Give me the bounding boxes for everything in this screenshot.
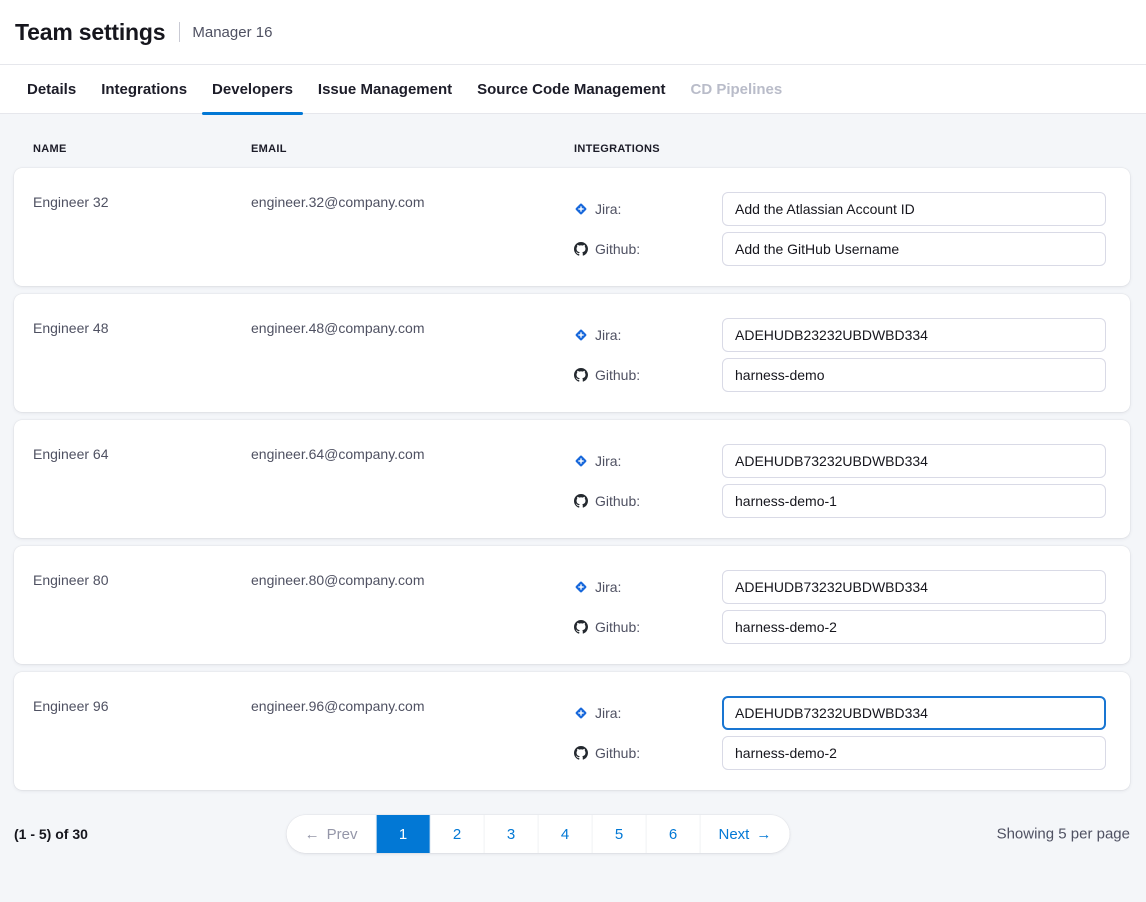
jira-label: Jira:: [595, 453, 621, 469]
developer-email: engineer.80@company.com: [251, 546, 574, 664]
developer-name: Engineer 80: [33, 546, 251, 664]
github-label: Github:: [595, 619, 640, 635]
jira-label: Jira:: [595, 579, 621, 595]
github-label: Github:: [595, 493, 640, 509]
jira-account-input[interactable]: [722, 318, 1106, 352]
github-icon: [574, 494, 588, 508]
developer-name: Engineer 64: [33, 420, 251, 538]
jira-account-input[interactable]: [722, 570, 1106, 604]
developer-email: engineer.96@company.com: [251, 672, 574, 790]
github-icon: [574, 746, 588, 760]
jira-label: Jira:: [595, 705, 621, 721]
jira-account-input-focused[interactable]: [722, 696, 1106, 730]
developer-email: engineer.32@company.com: [251, 168, 574, 286]
jira-icon: [574, 328, 588, 342]
tab-cd-pipelines: CD Pipelines: [681, 65, 793, 114]
jira-icon: [574, 454, 588, 468]
active-tab-underline: [202, 112, 303, 115]
developer-row: Engineer 80 engineer.80@company.com Jira…: [14, 546, 1130, 664]
page-button-6[interactable]: 6: [647, 815, 701, 853]
tab-integrations[interactable]: Integrations: [91, 65, 197, 114]
github-username-input[interactable]: [722, 358, 1106, 392]
github-username-input[interactable]: [722, 232, 1106, 266]
developer-row: Engineer 96 engineer.96@company.com Jira…: [14, 672, 1130, 790]
pager-group: ← Prev 1 2 3 4 5 6 Next →: [287, 815, 790, 853]
column-header-name: NAME: [33, 143, 251, 155]
github-icon: [574, 620, 588, 634]
per-page-text: Showing 5 per page: [997, 826, 1130, 843]
tab-bar: Details Integrations Developers Issue Ma…: [0, 65, 1146, 114]
developer-name: Engineer 32: [33, 168, 251, 286]
github-username-input[interactable]: [722, 484, 1106, 518]
page-button-1[interactable]: 1: [377, 815, 431, 853]
github-icon: [574, 368, 588, 382]
jira-account-input[interactable]: [722, 192, 1106, 226]
developer-row: Engineer 32 engineer.32@company.com Jira…: [14, 168, 1130, 286]
arrow-left-icon: ←: [305, 826, 320, 843]
developers-panel: NAME EMAIL INTEGRATIONS Engineer 32 engi…: [0, 114, 1146, 902]
jira-icon: [574, 580, 588, 594]
jira-icon: [574, 706, 588, 720]
developer-email: engineer.64@company.com: [251, 420, 574, 538]
title-separator: [179, 22, 180, 42]
developer-row: Engineer 64 engineer.64@company.com Jira…: [14, 420, 1130, 538]
github-username-input[interactable]: [722, 736, 1106, 770]
github-icon: [574, 242, 588, 256]
github-label: Github:: [595, 367, 640, 383]
developer-row: Engineer 48 engineer.48@company.com Jira…: [14, 294, 1130, 412]
page-button-4[interactable]: 4: [539, 815, 593, 853]
column-header-integrations: INTEGRATIONS: [574, 143, 1122, 155]
pagination-range-text: (1 - 5) of 30: [14, 826, 88, 842]
jira-label: Jira:: [595, 201, 621, 217]
arrow-right-icon: →: [756, 826, 771, 843]
pagination-bar: (1 - 5) of 30 ← Prev 1 2 3 4 5 6 Next → …: [0, 815, 1146, 853]
jira-label: Jira:: [595, 327, 621, 343]
github-username-input[interactable]: [722, 610, 1106, 644]
jira-icon: [574, 202, 588, 216]
tab-developers[interactable]: Developers: [202, 65, 303, 114]
next-page-button[interactable]: Next →: [701, 815, 790, 853]
page-header: Team settings Manager 16: [0, 0, 1146, 65]
developer-email: engineer.48@company.com: [251, 294, 574, 412]
developer-name: Engineer 96: [33, 672, 251, 790]
jira-account-input[interactable]: [722, 444, 1106, 478]
tab-details[interactable]: Details: [17, 65, 86, 114]
tab-issue-management[interactable]: Issue Management: [308, 65, 462, 114]
tab-source-code-management[interactable]: Source Code Management: [467, 65, 675, 114]
page-button-3[interactable]: 3: [485, 815, 539, 853]
github-label: Github:: [595, 745, 640, 761]
developer-name: Engineer 48: [33, 294, 251, 412]
page-button-2[interactable]: 2: [431, 815, 485, 853]
page-title: Team settings: [15, 19, 165, 46]
column-header-email: EMAIL: [251, 143, 574, 155]
page-button-5[interactable]: 5: [593, 815, 647, 853]
page-subtitle: Manager 16: [192, 24, 272, 41]
github-label: Github:: [595, 241, 640, 257]
table-header-row: NAME EMAIL INTEGRATIONS: [0, 114, 1146, 168]
prev-page-button[interactable]: ← Prev: [287, 815, 377, 853]
